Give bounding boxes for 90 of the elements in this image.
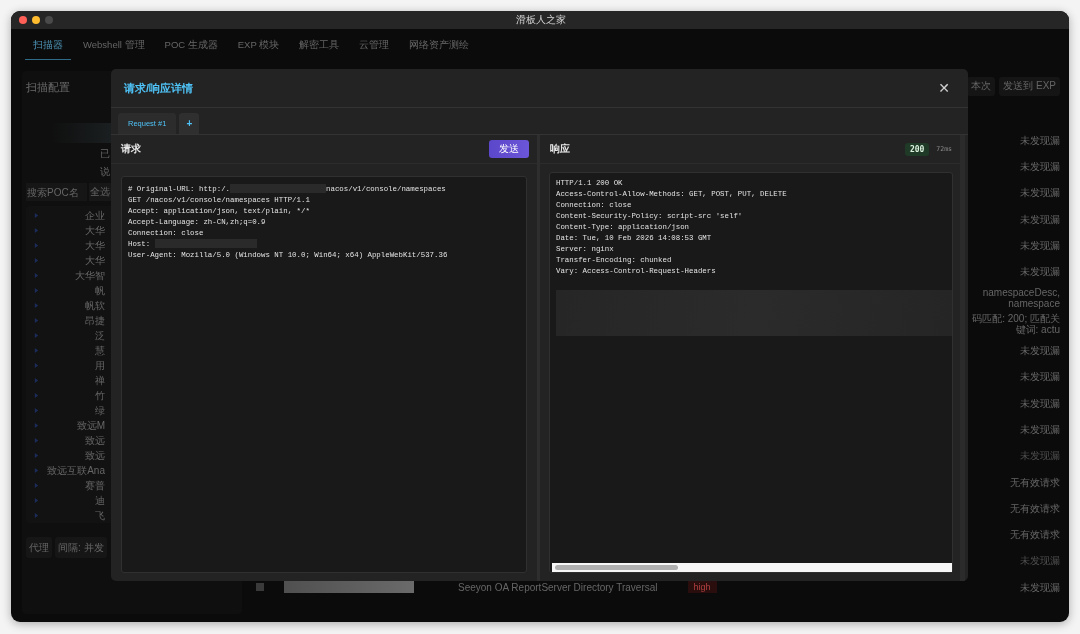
caret-icon[interactable] <box>34 408 39 413</box>
poc-item[interactable]: 帆 <box>95 283 105 298</box>
send-button[interactable]: 发送 <box>489 140 529 158</box>
poc-item[interactable]: 赛普 <box>85 478 105 493</box>
caret-icon[interactable] <box>34 393 39 398</box>
nav-tab[interactable]: 解密工具 <box>291 30 348 60</box>
caret-icon[interactable] <box>34 258 39 263</box>
caret-icon[interactable] <box>34 243 39 248</box>
nav-tab[interactable]: 网络资产测绘 <box>401 30 478 60</box>
result-status: 无有效请求 <box>1010 502 1060 514</box>
severity-tag: high <box>687 581 717 594</box>
poc-item[interactable]: 致远 <box>85 433 105 448</box>
poc-item[interactable]: 飞 <box>95 508 105 523</box>
result-status: 未发现漏 <box>1020 581 1060 593</box>
result-status: namespaceDesc, namespace <box>981 286 1060 309</box>
caret-icon[interactable] <box>34 423 39 428</box>
caret-icon[interactable] <box>34 213 39 218</box>
config-label: 已 <box>99 147 110 161</box>
caret-icon[interactable] <box>34 303 39 308</box>
caret-icon[interactable] <box>34 378 39 383</box>
caret-icon[interactable] <box>34 513 39 518</box>
panel-title: 扫描配置 <box>26 80 70 95</box>
poc-name: Seeyon OA ReportServer Directory Traversal <box>458 581 658 593</box>
result-status: 未发现漏 <box>1020 213 1060 225</box>
dialog-title: 请求/响应详情 <box>124 80 194 96</box>
poc-item[interactable]: 禅 <box>95 373 105 388</box>
caret-icon[interactable] <box>34 228 39 233</box>
window-title: 滑板人之家 <box>515 13 567 27</box>
poc-item[interactable]: 大华 <box>85 238 105 253</box>
result-status: 未发现漏 <box>1020 187 1060 199</box>
caret-icon[interactable] <box>34 483 39 488</box>
horizontal-scrollbar[interactable] <box>552 563 952 572</box>
nav-tab[interactable]: 云管理 <box>351 30 398 60</box>
zoom-window-button[interactable] <box>45 16 53 24</box>
poc-item[interactable]: 慧 <box>95 343 105 358</box>
config-label: 说 <box>99 165 110 179</box>
result-status: 未发现漏 <box>1020 266 1060 278</box>
poc-item[interactable]: 竹 <box>95 388 105 403</box>
poc-item[interactable]: 绿 <box>95 403 105 418</box>
result-status: 未发现漏 <box>1020 345 1060 356</box>
result-status: 未发现漏 <box>1020 423 1060 435</box>
poc-item[interactable]: 大华 <box>85 223 105 238</box>
caret-icon[interactable] <box>34 288 39 293</box>
nav-tab[interactable]: EXP 模块 <box>229 30 288 60</box>
caret-icon[interactable] <box>34 438 39 443</box>
caret-icon[interactable] <box>34 363 39 368</box>
poc-item[interactable]: 大华 <box>85 253 105 268</box>
close-window-button[interactable] <box>19 16 27 24</box>
caret-icon[interactable] <box>34 318 39 323</box>
poc-item[interactable]: 致远互联Ana <box>47 463 105 478</box>
status-badge: 200 <box>904 142 930 156</box>
poc-item[interactable]: 大华智 <box>75 268 105 283</box>
poc-item[interactable]: 致远M <box>76 418 105 433</box>
result-status: 未发现漏 <box>1020 239 1060 251</box>
nav-tab[interactable]: Webshell 管理 <box>75 30 153 60</box>
caret-icon[interactable] <box>34 348 39 353</box>
nav-tab[interactable]: POC 生成器 <box>156 30 226 60</box>
caret-icon[interactable] <box>34 468 39 473</box>
nav-tab[interactable]: 扫描器 <box>25 30 71 60</box>
result-status: 未发现漏 <box>1020 397 1060 409</box>
minimize-window-button[interactable] <box>32 16 40 24</box>
vertical-scrollbar[interactable] <box>960 135 965 581</box>
toolbar-button[interactable]: 本次 <box>967 76 996 96</box>
result-status: 未发现漏 <box>1020 371 1060 383</box>
poc-item[interactable]: 迪 <box>95 493 105 508</box>
poc-item[interactable]: 昂捷 <box>85 313 105 328</box>
toolbar-button[interactable]: 发送到 EXP <box>999 76 1060 96</box>
config-button[interactable]: 代理 <box>26 537 52 558</box>
poc-item[interactable]: 用 <box>95 358 105 373</box>
poc-item[interactable]: 帆软 <box>85 298 105 313</box>
add-tab-button[interactable]: + <box>179 113 200 134</box>
caret-icon[interactable] <box>34 333 39 338</box>
result-status: 无有效请求 <box>1010 476 1060 488</box>
result-status: 无有效请求 <box>1010 529 1060 541</box>
poc-item[interactable]: 致远 <box>85 448 105 463</box>
row-checkbox[interactable] <box>256 583 264 592</box>
caret-icon[interactable] <box>34 273 39 278</box>
poc-item[interactable]: 泛 <box>95 328 105 343</box>
caret-icon[interactable] <box>34 453 39 458</box>
pane-title: 请求 <box>121 142 141 156</box>
close-button[interactable]: ✕ <box>934 81 954 95</box>
poc-item[interactable]: 企业 <box>85 208 105 223</box>
config-button[interactable]: 间隔: 并发 <box>55 537 107 558</box>
result-status: 码匹配: 200; 匹配关键词: actu <box>971 313 1060 336</box>
pane-title: 响应 <box>550 142 570 156</box>
select-all-button[interactable]: 全选 <box>89 183 111 201</box>
result-status: 未发现漏 <box>1020 160 1060 172</box>
caret-icon[interactable] <box>34 498 39 503</box>
search-field[interactable]: 搜索POC名 <box>26 183 87 201</box>
result-status: 未发现漏 <box>1020 134 1060 146</box>
